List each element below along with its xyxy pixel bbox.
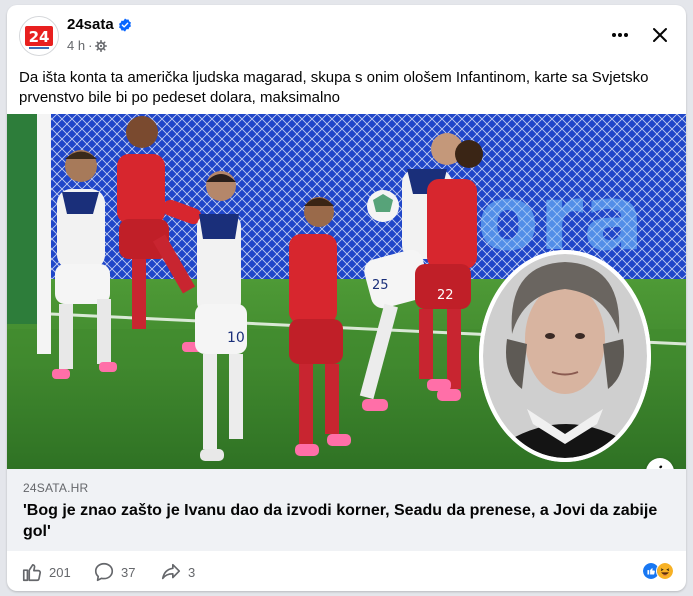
verified-badge-icon [118,17,131,32]
comment-button[interactable]: 37 [93,561,135,583]
page-name-text[interactable]: 24sata [67,16,114,33]
haha-reaction-icon [656,562,674,580]
share-arrow-icon [161,563,181,580]
reaction-summary[interactable] [642,562,674,580]
close-post-button[interactable] [646,21,674,49]
link-preview[interactable]: 24SATA.HR 'Bog je znao zašto je Ivanu da… [7,469,686,551]
like-count: 201 [49,564,71,580]
link-title[interactable]: 'Bog je znao zašto je Ivanu dao da izvod… [23,500,663,542]
share-count: 3 [188,564,196,580]
page-name[interactable]: 24sata [67,16,132,33]
logo-text: 24 [29,28,50,46]
comment-count: 37 [121,564,136,580]
comment-bubble-icon [94,562,114,582]
meta-separator: · [88,38,93,53]
svg-text:25: 25 [372,278,389,293]
page-avatar[interactable]: 24 [19,16,59,56]
svg-text:10: 10 [227,330,245,346]
svg-text:22: 22 [437,288,454,303]
share-button[interactable]: 3 [160,561,195,583]
more-options-button[interactable] [606,21,634,49]
post-card: 24 24sata 4 h · Da išta konta ta američk… [7,5,686,591]
thumbs-up-icon [22,564,42,582]
like-button[interactable]: 201 [21,561,71,583]
action-bar: 201 37 3 [7,551,686,591]
close-icon [653,28,667,42]
post-header: 24 24sata 4 h · [7,5,686,65]
more-dots-icon [612,33,628,37]
link-domain: 24SATA.HR [23,481,89,495]
post-message: Da išta konta ta američka ljudska magara… [19,69,649,106]
post-timestamp[interactable]: 4 h [67,38,85,53]
privacy-gear-icon[interactable] [95,39,108,52]
post-image[interactable]: ora [7,114,686,469]
post-meta: 4 h · [67,38,108,53]
24sata-logo: 24 [20,17,58,55]
football-match-photo: ora [7,114,686,469]
